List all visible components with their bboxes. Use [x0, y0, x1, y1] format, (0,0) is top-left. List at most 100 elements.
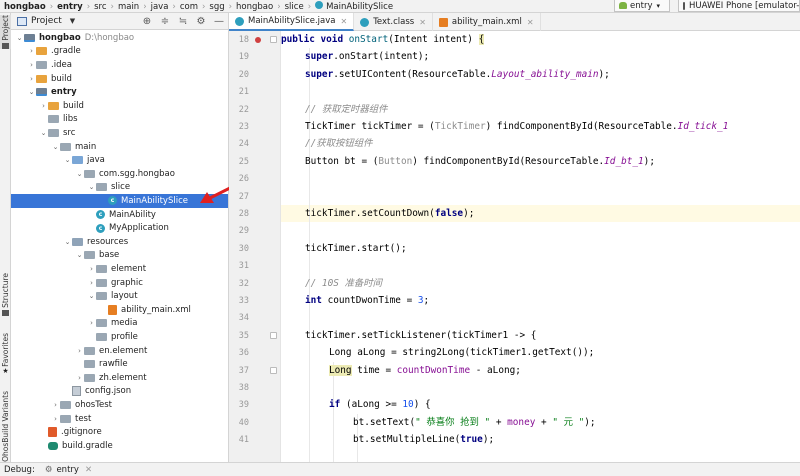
chevron-right-icon[interactable]: ›	[39, 102, 48, 110]
chevron-down-icon[interactable]: ⌄	[63, 238, 72, 246]
tree-item[interactable]: › graphic	[11, 276, 228, 290]
chevron-right-icon[interactable]: ›	[87, 319, 96, 327]
chevron-down-icon[interactable]: ⌄	[39, 129, 48, 137]
tree-item[interactable]: ⌄ entry	[11, 85, 228, 99]
chevron-right-icon[interactable]: ›	[27, 47, 36, 55]
chevron-down-icon[interactable]: ⌄	[15, 34, 24, 42]
chevron-down-icon[interactable]: ⌄	[63, 156, 72, 164]
target-icon[interactable]: ⊕	[142, 16, 152, 27]
breadcrumb-item[interactable]: hongbao	[236, 2, 273, 12]
tree-item[interactable]: ⌄ resources	[11, 235, 228, 249]
tool-tab-build-variants[interactable]: OhosBuild Variants	[0, 391, 11, 462]
phone-icon	[683, 1, 685, 10]
tree-item[interactable]: › build	[11, 99, 228, 113]
tree-item[interactable]: › media	[11, 317, 228, 331]
chevron-down-icon[interactable]: ⌄	[27, 88, 36, 96]
close-icon[interactable]: ✕	[419, 18, 426, 27]
tree-item[interactable]: ⌄ main	[11, 140, 228, 154]
chevron-down-icon[interactable]: ▼	[70, 17, 75, 25]
line-number-gutter: 18 19 20 21 22 23 24 25 26 27 28 29 30 31 32 33 34 35 36 37…	[229, 31, 281, 462]
tool-tab-structure[interactable]: Structure	[0, 273, 11, 316]
code-line: if (aLong >= 10) {	[329, 399, 431, 411]
tree-item[interactable]: › test	[11, 412, 228, 426]
tree-item[interactable]: .gitignore	[11, 425, 228, 439]
project-view-selector[interactable]: Project	[31, 16, 62, 26]
tree-item[interactable]: profile	[11, 330, 228, 344]
editor-tab[interactable]: ability_main.xml ✕	[433, 13, 541, 31]
chevron-right-icon[interactable]: ›	[27, 61, 36, 69]
run-config-dropdown[interactable]: entry ▾	[614, 0, 670, 12]
line-number: 40	[238, 417, 249, 428]
breadcrumb-item[interactable]: main	[118, 2, 139, 12]
tree-item[interactable]: libs	[11, 113, 228, 127]
device-dropdown[interactable]: HUAWEI Phone [emulator-5	[678, 0, 800, 12]
chevron-right-icon[interactable]: ›	[51, 401, 60, 409]
chevron-right-icon[interactable]: ›	[51, 415, 60, 423]
tree-item[interactable]: ⌄ layout	[11, 289, 228, 303]
tree-item[interactable]: › .idea	[11, 58, 228, 72]
breadcrumb-item[interactable]: entry	[57, 2, 83, 12]
close-icon[interactable]: ✕	[527, 18, 534, 27]
tree-item[interactable]: ability_main.xml	[11, 303, 228, 317]
tree-item[interactable]: c MainAbility	[11, 208, 228, 222]
breadcrumb-item[interactable]: src	[94, 2, 106, 12]
tree-item[interactable]: ⌄ src	[11, 126, 228, 140]
breadcrumb-item[interactable]: com	[180, 2, 198, 12]
breadcrumb-item[interactable]: slice	[285, 2, 304, 12]
editor-tab[interactable]: Text.class ✕	[354, 13, 433, 31]
chevron-right-icon[interactable]: ›	[75, 347, 84, 355]
chevron-down-icon[interactable]: ⌄	[75, 251, 84, 259]
json-file-icon	[72, 386, 81, 397]
minimize-icon[interactable]: —	[214, 16, 224, 27]
gear-icon[interactable]: ⚙	[196, 16, 206, 27]
collapse-icon[interactable]: ≑	[160, 16, 170, 27]
override-marker-icon[interactable]	[255, 37, 261, 43]
code-editor[interactable]: 18 19 20 21 22 23 24 25 26 27 28 29 30 31 32 33 34 35 36 37…	[229, 31, 800, 462]
tree-item[interactable]: › en.element	[11, 344, 228, 358]
tree-item[interactable]: › element	[11, 262, 228, 276]
tree-item[interactable]: › .gradle	[11, 45, 228, 59]
debug-tab-entry[interactable]: entry	[56, 465, 78, 475]
editor-tab[interactable]: MainAbilitySlice.java ✕	[229, 13, 355, 31]
tool-tab-label: OhosBuild Variants	[1, 391, 10, 462]
tree-item[interactable]: › build	[11, 72, 228, 86]
breadcrumb-separator: ›	[277, 1, 281, 12]
breadcrumb-item[interactable]: java	[151, 2, 169, 12]
breadcrumb-item[interactable]: MainAbilitySlice	[315, 1, 393, 12]
tree-item[interactable]: ⌄ java	[11, 153, 228, 167]
chevron-right-icon[interactable]: ›	[75, 374, 84, 382]
tree-item[interactable]: rawfile	[11, 357, 228, 371]
tree-item[interactable]: c MyApplication	[11, 221, 228, 235]
chevron-down-icon[interactable]: ⌄	[87, 183, 96, 191]
tree-item-label: .idea	[51, 59, 72, 70]
close-icon[interactable]: ✕	[340, 17, 347, 26]
tree-item[interactable]: ⌄ com.sgg.hongbao	[11, 167, 228, 181]
tree-item[interactable]: › zh.element	[11, 371, 228, 385]
breadcrumb-item[interactable]: hongbao	[4, 2, 46, 12]
tree-item[interactable]: ⌄ slice	[11, 181, 228, 195]
tree-item[interactable]: › ohosTest	[11, 398, 228, 412]
chevron-right-icon[interactable]: ›	[87, 265, 96, 273]
chevron-down-icon[interactable]: ⌄	[75, 170, 84, 178]
tool-tab-favorites[interactable]: Favorites ★	[0, 333, 11, 375]
fold-marker-icon[interactable]	[270, 36, 277, 43]
tree-item[interactable]: ⌄ base	[11, 249, 228, 263]
tree-item[interactable]: ⌄ hongbao D:\hongbao	[11, 31, 228, 45]
tree-item[interactable]: build.gradle	[11, 439, 228, 453]
code-area[interactable]: public void onStart(Intent intent) { sup…	[281, 31, 800, 462]
chevron-down-icon[interactable]: ⌄	[87, 292, 96, 300]
chevron-right-icon[interactable]: ›	[27, 75, 36, 83]
tree-item-label: com.sgg.hongbao	[99, 168, 175, 179]
fold-marker-icon[interactable]	[270, 331, 277, 339]
code-line: int countDwonTime = 3;	[305, 295, 430, 306]
close-icon[interactable]: ✕	[85, 465, 92, 475]
tool-tab-project[interactable]: Project	[0, 15, 11, 49]
class-icon: c	[96, 223, 105, 233]
expand-icon[interactable]: ≒	[178, 16, 188, 27]
tree-item[interactable]: config.json	[11, 385, 228, 399]
breadcrumb-item[interactable]: sgg	[209, 2, 224, 12]
chevron-right-icon[interactable]: ›	[87, 279, 96, 287]
chevron-down-icon[interactable]: ⌄	[51, 143, 60, 151]
fold-marker-icon[interactable]	[270, 366, 277, 374]
tree-item[interactable]: c MainAbilitySlice	[11, 194, 228, 208]
